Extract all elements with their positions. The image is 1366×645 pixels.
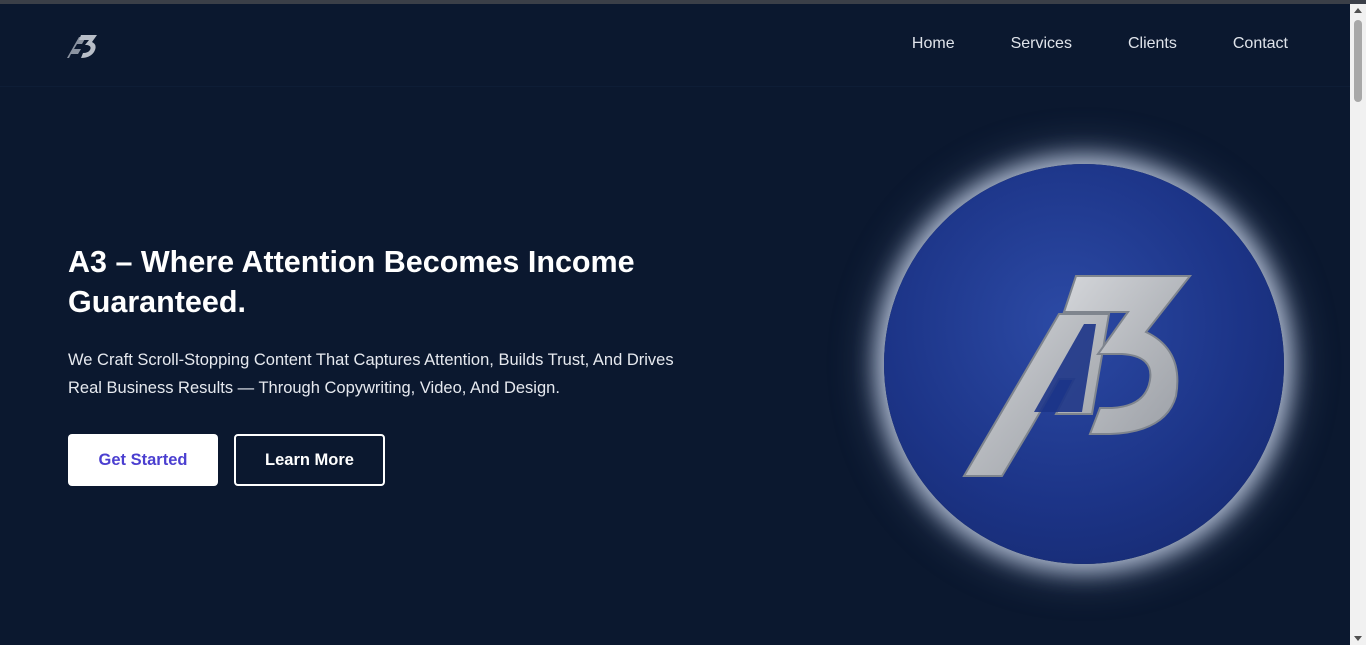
scroll-up-arrow-icon[interactable] — [1354, 8, 1362, 13]
a3-emblem-icon — [884, 164, 1284, 564]
main-nav: Home Services Clients Contact — [856, 35, 1288, 53]
site-header: Home Services Clients Contact — [0, 4, 1350, 87]
nav-services[interactable]: Services — [1011, 35, 1072, 53]
hero-description: We Craft Scroll-Stopping Content That Ca… — [68, 351, 674, 397]
nav-contact[interactable]: Contact — [1233, 35, 1288, 53]
scroll-down-arrow-icon[interactable] — [1354, 636, 1362, 641]
nav-clients[interactable]: Clients — [1128, 35, 1177, 53]
page: Home Services Clients Contact A3 – Where… — [0, 4, 1350, 645]
hero-title: A3 – Where Attention Becomes Income Guar… — [68, 245, 635, 319]
nav-home[interactable]: Home — [912, 35, 955, 53]
scrollbar-thumb[interactable] — [1354, 20, 1362, 102]
a3-logo-icon[interactable] — [65, 31, 99, 61]
get-started-button[interactable]: Get Started — [68, 434, 218, 486]
page-scrollbar[interactable] — [1350, 4, 1366, 645]
learn-more-button[interactable]: Learn More — [234, 434, 385, 486]
